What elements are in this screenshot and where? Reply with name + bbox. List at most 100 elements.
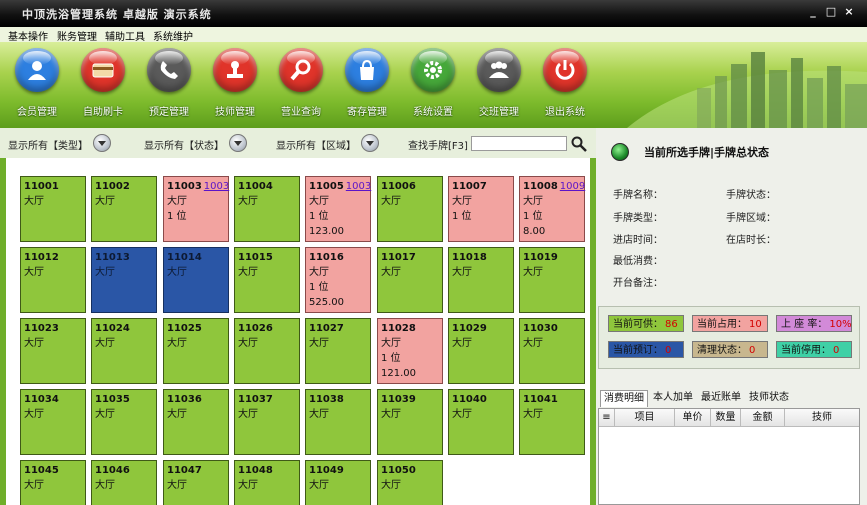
column-header[interactable]: 项目 <box>615 409 675 427</box>
menu-maintenance[interactable]: 系统维护 <box>153 28 193 43</box>
tab-consumption-detail[interactable]: 消费明细 <box>600 390 648 407</box>
hand-card[interactable]: 11030 大厅 <box>519 318 585 384</box>
hand-card[interactable]: 11001 大厅 <box>20 176 86 242</box>
hand-card[interactable]: 11034 大厅 <box>20 389 86 455</box>
menu-accounts[interactable]: 账务管理 <box>57 28 97 43</box>
self-card-button[interactable]: 自助刷卡 <box>73 48 133 124</box>
hand-card[interactable]: 11037 大厅 <box>234 389 300 455</box>
hand-card[interactable]: 11048 大厅 <box>234 460 300 505</box>
card-area: 大厅 <box>24 409 44 420</box>
hand-card[interactable]: 11045 大厅 <box>20 460 86 505</box>
minimize-button[interactable]: _ <box>806 5 820 19</box>
tab-recent-bills[interactable]: 最近账单 <box>698 390 744 407</box>
hand-card[interactable]: 11014 大厅 <box>163 247 229 313</box>
hand-card[interactable]: 11003 1003 大厅 1 位 <box>163 176 229 242</box>
hand-card[interactable]: 11038 大厅 <box>305 389 371 455</box>
menu-basic[interactable]: 基本操作 <box>8 28 48 43</box>
stats-box: 当前可供： 86 当前占用： 10 上 座 率： 10% 当前预订： 0 清理状态： 0 … <box>598 306 860 369</box>
hand-card[interactable]: 11002 大厅 <box>91 176 157 242</box>
chevron-down-icon[interactable] <box>229 134 247 152</box>
hand-card[interactable]: 11007 大厅 1 位 <box>448 176 514 242</box>
hand-card[interactable]: 11040 大厅 <box>448 389 514 455</box>
system-settings-button[interactable]: 系统设置 <box>403 48 463 124</box>
hand-card[interactable]: 11005 1003 大厅 1 位 123.00 <box>305 176 371 242</box>
hand-card[interactable]: 11026 大厅 <box>234 318 300 384</box>
menu-tools[interactable]: 辅助工具 <box>105 28 145 43</box>
card-number: 11029 <box>452 323 487 334</box>
card-area: 大厅 <box>24 338 44 349</box>
card-number: 11001 <box>24 181 59 192</box>
card-number: 11038 <box>309 394 344 405</box>
hand-card[interactable]: 11035 大厅 <box>91 389 157 455</box>
column-header[interactable]: 单价 <box>675 409 711 427</box>
card-area: 大厅 <box>381 480 401 491</box>
card-area: 大厅 <box>238 480 258 491</box>
hand-card[interactable]: 11024 大厅 <box>91 318 157 384</box>
hand-card[interactable]: 11039 大厅 <box>377 389 443 455</box>
maximize-button[interactable]: □ <box>824 5 838 19</box>
tab-add-order[interactable]: 本人加单 <box>650 390 696 407</box>
hand-card[interactable]: 11023 大厅 <box>20 318 86 384</box>
search-icon[interactable] <box>571 136 587 152</box>
column-header[interactable]: 技师 <box>785 409 859 427</box>
hand-card[interactable]: 11008 1009 大厅 1 位 8.00 <box>519 176 585 242</box>
search-icon <box>279 48 323 92</box>
tab-technician-status[interactable]: 技师状态 <box>746 390 792 407</box>
chevron-down-icon[interactable] <box>93 134 111 152</box>
toolbar-label: 系统设置 <box>413 107 453 118</box>
stat-disabled: 当前停用： 0 <box>776 341 852 358</box>
hand-card[interactable]: 11036 大厅 <box>163 389 229 455</box>
open-note-label: 开台备注： <box>613 278 663 289</box>
hand-card[interactable]: 11046 大厅 <box>91 460 157 505</box>
card-area: 大厅 <box>309 409 329 420</box>
card-number: 11026 <box>238 323 273 334</box>
hand-card[interactable]: 11029 大厅 <box>448 318 514 384</box>
close-button[interactable]: × <box>842 5 856 19</box>
status-filter-label: 显示所有【状态】 <box>144 141 224 152</box>
card-persons: 1 位 <box>452 211 472 222</box>
stat-reserved: 当前预订： 0 <box>608 341 684 358</box>
list-icon: ≡ <box>599 409 615 427</box>
hand-card[interactable]: 11028 大厅 1 位 121.00 <box>377 318 443 384</box>
exit-system-button[interactable]: 退出系统 <box>535 48 595 124</box>
reservation-button[interactable]: 预定管理 <box>139 48 199 124</box>
card-area: 大厅 <box>95 196 115 207</box>
hand-card[interactable]: 11047 大厅 <box>163 460 229 505</box>
stamp-icon <box>213 48 257 92</box>
hand-card[interactable]: 11018 大厅 <box>448 247 514 313</box>
hand-card[interactable]: 11006 大厅 <box>377 176 443 242</box>
area-filter-label: 显示所有【区域】 <box>276 141 356 152</box>
business-query-button[interactable]: 营业查询 <box>271 48 331 124</box>
storage-button[interactable]: 寄存管理 <box>337 48 397 124</box>
linked-card-link[interactable]: 1003 <box>204 181 229 192</box>
card-persons: 1 位 <box>167 211 187 222</box>
column-header[interactable]: 数量 <box>711 409 741 427</box>
linked-card-link[interactable]: 1009 <box>560 181 585 192</box>
card-area: 大厅 <box>452 196 472 207</box>
technician-button[interactable]: 技师管理 <box>205 48 265 124</box>
hand-card[interactable]: 11050 大厅 <box>377 460 443 505</box>
hand-card[interactable]: 11027 大厅 <box>305 318 371 384</box>
column-header[interactable]: 金额 <box>741 409 785 427</box>
card-area: 大厅 <box>95 267 115 278</box>
stat-available: 当前可供： 86 <box>608 315 684 332</box>
hand-card[interactable]: 11025 大厅 <box>163 318 229 384</box>
linked-card-link[interactable]: 1003 <box>346 181 371 192</box>
hand-card[interactable]: 11017 大厅 <box>377 247 443 313</box>
consumption-table: ≡ 项目 单价 数量 金额 技师 <box>598 408 860 505</box>
chevron-down-icon[interactable] <box>361 134 379 152</box>
hand-card[interactable]: 11049 大厅 <box>305 460 371 505</box>
card-area: 大厅 <box>523 409 543 420</box>
hand-card[interactable]: 11019 大厅 <box>519 247 585 313</box>
card-area: 大厅 <box>24 196 44 207</box>
search-input[interactable] <box>471 136 567 151</box>
hand-card[interactable]: 11004 大厅 <box>234 176 300 242</box>
shift-handover-button[interactable]: 交班管理 <box>469 48 529 124</box>
hand-card[interactable]: 11041 大厅 <box>519 389 585 455</box>
member-management-button[interactable]: 会员管理 <box>7 48 67 124</box>
hand-card[interactable]: 11015 大厅 <box>234 247 300 313</box>
hand-card[interactable]: 11013 大厅 <box>91 247 157 313</box>
hand-card[interactable]: 11012 大厅 <box>20 247 86 313</box>
hand-card[interactable]: 11016 大厅 1 位 525.00 <box>305 247 371 313</box>
card-number: 11006 <box>381 181 416 192</box>
